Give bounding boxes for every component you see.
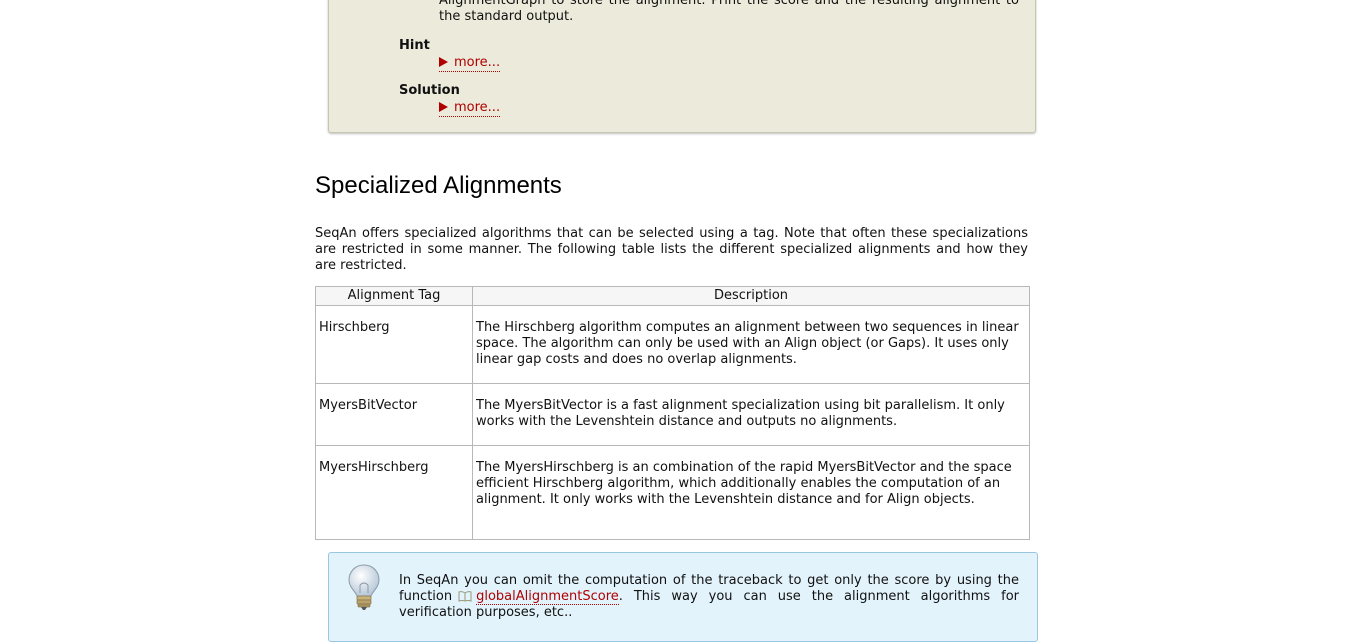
triangle-right-icon bbox=[439, 57, 448, 67]
book-icon bbox=[458, 591, 472, 602]
note-box: In SeqAn you can omit the computation of… bbox=[328, 552, 1038, 642]
assignment-text: AlignmentGraph to store the alignment. P… bbox=[439, 0, 1019, 24]
global-alignment-score-link[interactable]: globalAlignmentScore bbox=[476, 589, 619, 605]
table-cell-tag: Hirschberg bbox=[315, 305, 473, 384]
table-cell-description: The MyersHirschberg is an combination of… bbox=[472, 445, 1030, 540]
hint-label: Hint bbox=[399, 38, 430, 53]
assignment-box: AlignmentGraph to store the alignment. P… bbox=[328, 0, 1036, 133]
table-row: Hirschberg The Hirschberg algorithm comp… bbox=[315, 305, 1030, 384]
table-row: MyersHirschberg The MyersHirschberg is a… bbox=[315, 445, 1030, 540]
table-cell-description: The MyersBitVector is a fast alignment s… bbox=[472, 383, 1030, 446]
solution-more-link[interactable]: more... bbox=[439, 100, 501, 117]
table-row: MyersBitVector The MyersBitVector is a f… bbox=[315, 383, 1030, 446]
hint-more-text: more... bbox=[454, 55, 501, 70]
note-text: In SeqAn you can omit the computation of… bbox=[399, 573, 1019, 621]
table-cell-description: The Hirschberg algorithm computes an ali… bbox=[472, 305, 1030, 384]
section-intro: SeqAn offers specialized algorithms that… bbox=[315, 226, 1028, 273]
triangle-right-icon bbox=[439, 102, 448, 112]
table-cell-tag: MyersHirschberg bbox=[315, 445, 473, 540]
table-cell-tag: MyersBitVector bbox=[315, 383, 473, 446]
solution-label: Solution bbox=[399, 83, 460, 98]
solution-more-text: more... bbox=[454, 100, 501, 115]
lightbulb-icon bbox=[348, 564, 380, 610]
table-header-tag: Alignment Tag bbox=[315, 286, 473, 306]
hint-more-link[interactable]: more... bbox=[439, 55, 501, 72]
specialized-alignments-table: Alignment Tag Description Hirschberg The… bbox=[315, 286, 1030, 540]
table-header-row: Alignment Tag Description bbox=[315, 286, 1030, 306]
section-title: Specialized Alignments bbox=[315, 172, 562, 199]
table-header-description: Description bbox=[472, 286, 1030, 306]
